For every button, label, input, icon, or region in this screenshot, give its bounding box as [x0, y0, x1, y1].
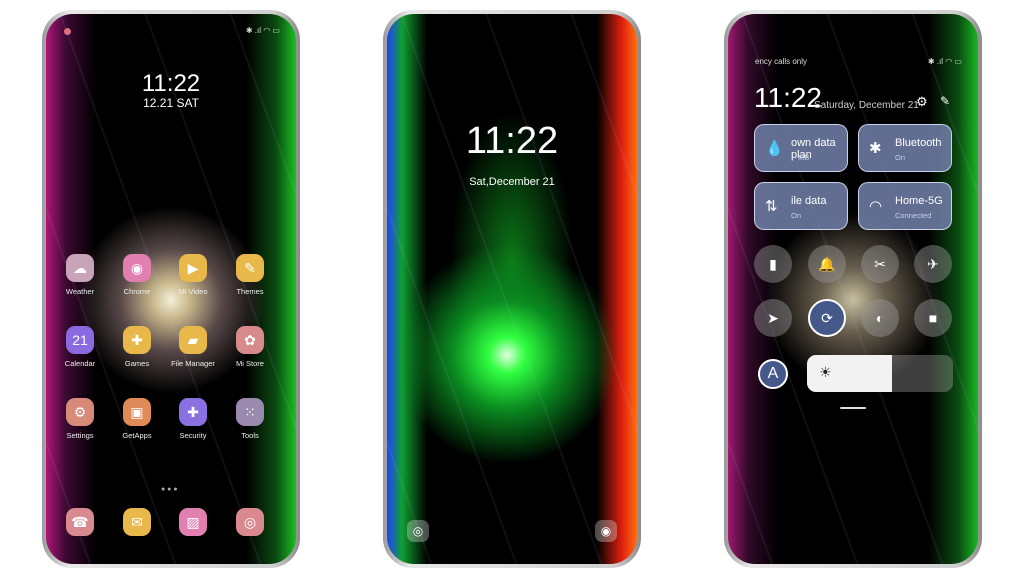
airplane-icon[interactable]: ✈	[914, 245, 952, 283]
gallery-icon[interactable]: ▨	[179, 508, 207, 536]
store-icon[interactable]: ✿	[236, 326, 264, 354]
screenshot-icon[interactable]: ✂	[861, 245, 899, 283]
app-label[interactable]: Games	[107, 359, 167, 368]
app-label[interactable]: Weather	[50, 287, 110, 296]
bluetooth-icon: ✱	[869, 140, 882, 157]
message-icon[interactable]: ✉	[123, 508, 151, 536]
app-label[interactable]: File Manager	[163, 359, 223, 368]
sun-icon: ☀	[819, 364, 832, 380]
flashlight-icon[interactable]: ▮	[754, 245, 792, 283]
brush-icon[interactable]: ✎	[236, 254, 264, 282]
bell-icon[interactable]: 🔔	[808, 245, 846, 283]
tile-subtitle: On	[895, 153, 906, 162]
edit-icon[interactable]: ✎	[940, 94, 950, 108]
app-label[interactable]: Tools	[220, 431, 280, 440]
video-icon[interactable]: ▶	[179, 254, 207, 282]
carrier-status: ency calls only	[755, 57, 808, 66]
calendar-icon[interactable]: 21	[66, 326, 94, 354]
auto-brightness-button[interactable]: A	[758, 359, 788, 389]
wallet-shortcut-icon[interactable]: ◉	[595, 520, 617, 542]
status-icons: ✱ .ıl ◠ ▭	[927, 57, 962, 66]
location-icon[interactable]: ➤	[754, 299, 792, 337]
gamepad-icon[interactable]: ✚	[123, 326, 151, 354]
lock-screen: 11:22 Sat,December 21 ◎ ◉	[387, 14, 637, 564]
folder-grid-icon[interactable]: ⁙	[236, 398, 264, 426]
bag-icon[interactable]: ▣	[123, 398, 151, 426]
phone-home-screen: ✱ .ıl ◠ ▭ 11:22 12.21 SAT ☁ Weather ◉ Chrom…	[42, 10, 300, 568]
weather-icon[interactable]: ☁	[66, 254, 94, 282]
phone-icon[interactable]: ☎	[66, 508, 94, 536]
rotation-lock-icon[interactable]: ⟳	[808, 299, 846, 337]
app-label[interactable]: Themes	[220, 287, 280, 296]
camera-shortcut-icon[interactable]: ◎	[407, 520, 429, 542]
cc-clock: 11:22	[754, 82, 822, 113]
tile-title: Bluetooth	[895, 137, 942, 149]
phone-lock-screen: 11:22 Sat,December 21 ◎ ◉	[383, 10, 641, 568]
lock-clock: 11:22	[465, 120, 559, 162]
settings-gear-icon[interactable]: ⚙	[916, 94, 928, 110]
mobile-data-icon: ⇅	[765, 198, 778, 215]
app-label[interactable]: Chrome	[107, 287, 167, 296]
clock: 11:22	[141, 70, 201, 97]
tile-drop[interactable]: 💧 own data plan -- MB	[754, 124, 848, 172]
app-label[interactable]: Security	[163, 431, 223, 440]
home-indicator[interactable]	[840, 407, 866, 409]
wifi-icon: ◠	[869, 198, 883, 215]
contrast-icon[interactable]: ◐	[861, 299, 899, 337]
tile-subtitle: Connected	[895, 211, 932, 220]
chrome-icon[interactable]: ◉	[123, 254, 151, 282]
control-center: ency calls only ✱ .ıl ◠ ▭ 11:22 Saturday…	[728, 14, 978, 564]
date: 12.21 SAT	[143, 96, 199, 110]
folder-icon[interactable]: ▰	[179, 326, 207, 354]
tile-mobile-data[interactable]: ⇅ ile data On	[754, 182, 848, 230]
camera-icon[interactable]: ◎	[236, 508, 264, 536]
cc-date: Saturday, December 21	[814, 100, 919, 111]
gear-icon[interactable]: ⚙	[66, 398, 94, 426]
home-screen: ✱ .ıl ◠ ▭ 11:22 12.21 SAT ☁ Weather ◉ Chrom…	[46, 14, 296, 564]
video-camera-icon[interactable]: ■	[914, 299, 952, 337]
tile-title: ile data	[791, 195, 827, 207]
app-label[interactable]: Mi Video	[163, 287, 223, 296]
page-indicator[interactable]: ● ● ●	[161, 486, 178, 493]
brightness-slider[interactable]: ☀	[807, 355, 953, 392]
tile-subtitle: -- MB	[791, 153, 810, 162]
status-icons: ✱ .ıl ◠ ▭	[245, 26, 280, 35]
shield-icon[interactable]: ✚	[179, 398, 207, 426]
app-label[interactable]: Calendar	[50, 359, 110, 368]
app-label[interactable]: Mi Store	[220, 359, 280, 368]
app-label[interactable]: GetApps	[107, 431, 167, 440]
tile-subtitle: On	[791, 211, 802, 220]
camera-dot-icon	[64, 28, 71, 35]
tile-title: Home-5G	[895, 195, 943, 207]
drop-icon: 💧	[765, 140, 784, 157]
tile-wifi[interactable]: ◠ Home-5G Connected	[858, 182, 952, 230]
lock-date: Sat,December 21	[469, 176, 555, 188]
app-label[interactable]: Settings	[50, 431, 110, 440]
tile-bluetooth[interactable]: ✱ Bluetooth On	[858, 124, 952, 172]
phone-control-center: ency calls only ✱ .ıl ◠ ▭ 11:22 Saturday…	[724, 10, 982, 568]
